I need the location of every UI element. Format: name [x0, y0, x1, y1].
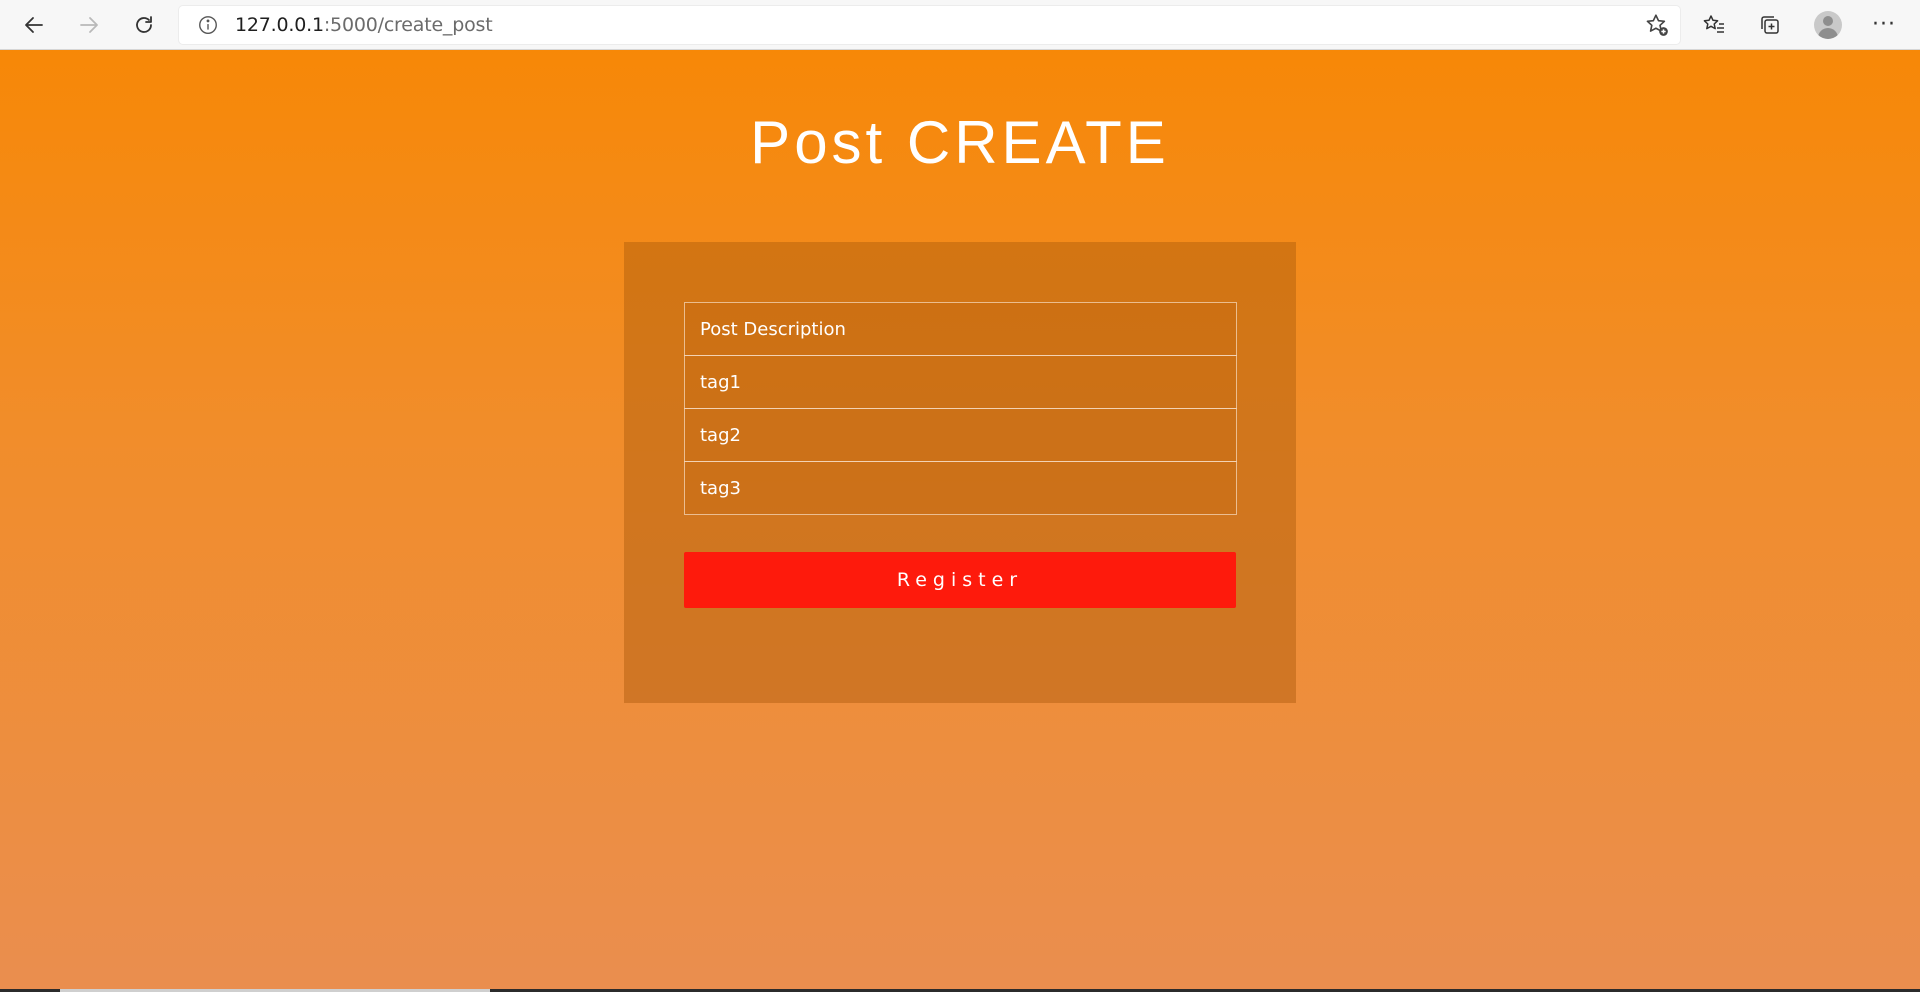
address-url[interactable]: 127.0.0.1:5000/create_post: [235, 6, 493, 44]
favorites-button[interactable]: [1696, 7, 1732, 43]
browser-toolbar: 127.0.0.1:5000/create_post ···: [0, 0, 1920, 50]
post-description-input[interactable]: Post Description: [684, 302, 1237, 356]
info-icon[interactable]: [197, 14, 219, 36]
back-arrow-icon: [25, 17, 43, 33]
refresh-button[interactable]: [126, 7, 162, 43]
collections-button[interactable]: [1752, 7, 1788, 43]
url-path: :5000/create_post: [323, 14, 493, 36]
more-menu-icon: ···: [1872, 12, 1896, 37]
collections-icon: [1761, 16, 1779, 34]
page-title: Post CREATE: [750, 109, 1170, 176]
create-post-form: Post Description tag1 tag2 tag3 Register: [624, 242, 1296, 703]
page-background: Post CREATE Post Description tag1 tag2 t…: [0, 50, 1920, 992]
favorites-list-icon: [1703, 15, 1724, 33]
more-menu-button[interactable]: ···: [1866, 7, 1902, 43]
back-button[interactable]: [16, 7, 52, 43]
forward-arrow-icon: [80, 17, 98, 33]
refresh-icon: [136, 16, 152, 33]
tag2-input[interactable]: tag2: [684, 408, 1237, 462]
profile-avatar-icon: [1814, 11, 1842, 39]
star-add-icon[interactable]: [1644, 12, 1670, 38]
tag3-input[interactable]: tag3: [684, 461, 1237, 515]
profile-button[interactable]: [1810, 7, 1846, 43]
tag1-input[interactable]: tag1: [684, 355, 1237, 409]
register-button[interactable]: Register: [684, 552, 1236, 608]
forward-button[interactable]: [71, 7, 107, 43]
address-bar[interactable]: 127.0.0.1:5000/create_post: [179, 6, 1680, 44]
url-host: 127.0.0.1: [235, 14, 324, 36]
